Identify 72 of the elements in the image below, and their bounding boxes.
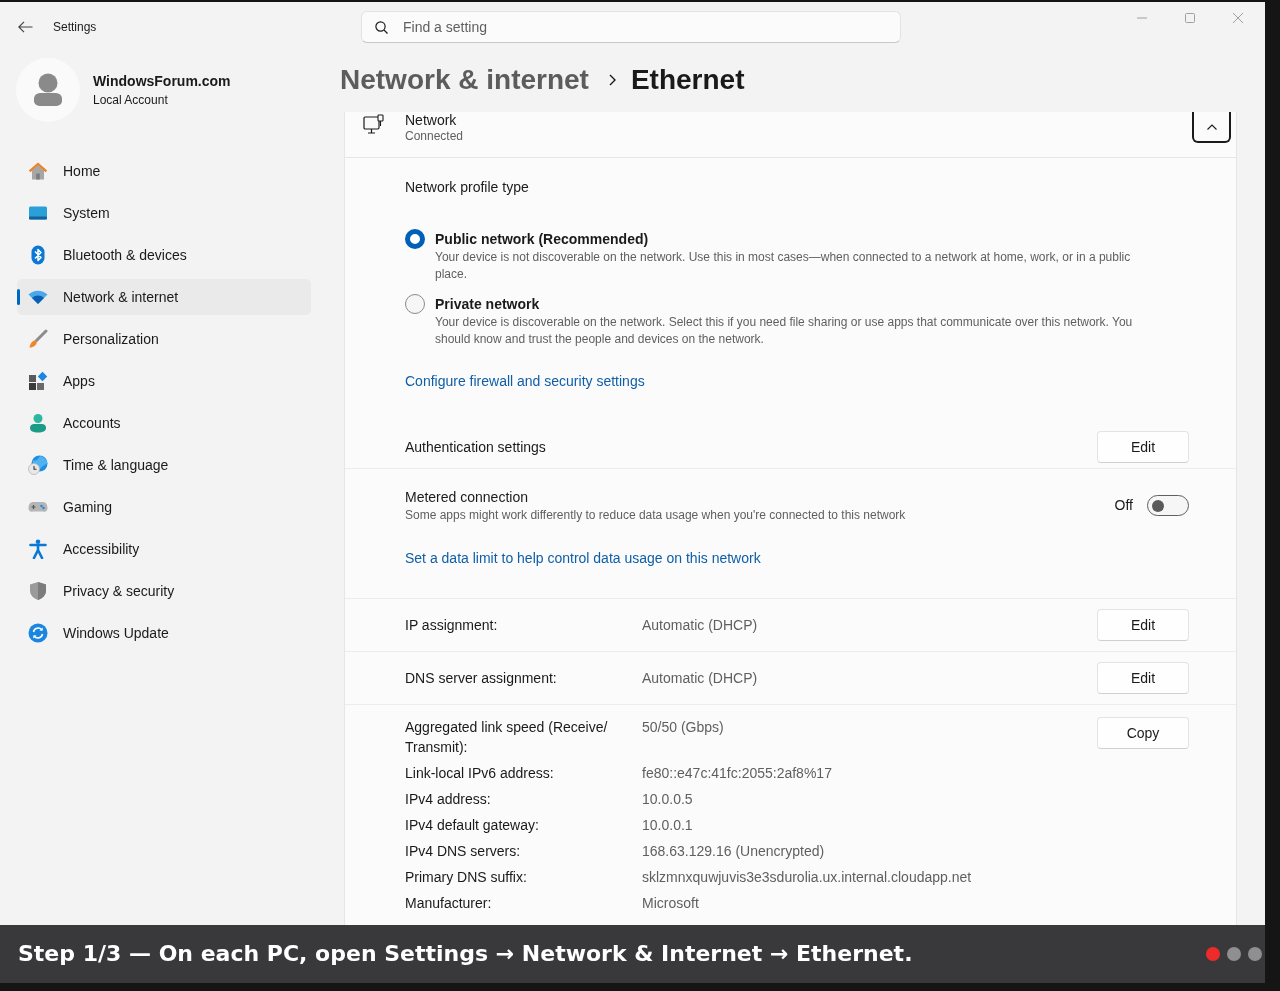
property-label: IPv4 default gateway: bbox=[405, 816, 540, 835]
property-label: IP assignment: bbox=[405, 615, 499, 635]
house-icon bbox=[28, 161, 48, 181]
account-type: Local Account bbox=[93, 91, 169, 109]
caption-text: Step 1/3 — On each PC, open Settings → Network & Internet → Ethernet. bbox=[18, 941, 913, 967]
radio-label[interactable]: Private network bbox=[435, 294, 1145, 314]
property-value: Automatic (DHCP) bbox=[642, 668, 758, 688]
setting-description: Some apps might work differently to reduce data usage when you're connected to this network bbox=[405, 507, 906, 523]
property-label: DNS server assignment: bbox=[405, 668, 558, 688]
avatar-icon bbox=[16, 58, 80, 122]
apps-grid-icon bbox=[28, 371, 48, 391]
radio-button[interactable] bbox=[405, 294, 425, 314]
chevron-right-icon bbox=[608, 74, 616, 86]
property-value: Automatic (DHCP) bbox=[642, 615, 758, 635]
person-icon bbox=[28, 413, 48, 433]
property-value: 50/50 (Gbps) bbox=[642, 718, 724, 737]
sidebar-item[interactable]: Accessibility bbox=[17, 531, 311, 567]
sidebar-item[interactable]: Network & internet bbox=[17, 279, 311, 315]
collapse-button[interactable] bbox=[1192, 112, 1231, 143]
option-description: Your device is discoverable on the network. Select this if you need file sharing or use apps that communicate over this network. You should know and trust the people and devices on the network. bbox=[435, 314, 1134, 348]
option-description: Your device is not discoverable on the network. Use this in most cases—when connected to a network at home, work, or in a public place. bbox=[435, 249, 1132, 283]
property-value: 168.63.129.16 (Unencrypted) bbox=[642, 842, 825, 861]
sidebar-item[interactable]: Windows Update bbox=[17, 615, 311, 651]
refresh-icon bbox=[28, 623, 48, 643]
window-title: Settings bbox=[53, 19, 97, 36]
property-value: 10.0.0.5 bbox=[642, 790, 693, 809]
sidebar-item[interactable]: Personalization bbox=[17, 321, 311, 357]
shield-icon bbox=[28, 581, 48, 601]
setting-label: Authentication settings bbox=[405, 437, 546, 457]
radio-label[interactable]: Public network (Recommended) bbox=[435, 229, 1145, 249]
sidebar-item[interactable]: Apps bbox=[17, 363, 311, 399]
section-heading: Network profile type bbox=[405, 178, 530, 197]
account-name: WindowsForum.com bbox=[93, 71, 231, 91]
radio-button[interactable] bbox=[405, 229, 425, 249]
copy-button[interactable]: Copy bbox=[1097, 717, 1189, 749]
edit-button[interactable]: Edit bbox=[1097, 662, 1189, 694]
property-label: IPv4 DNS servers: bbox=[405, 842, 522, 861]
breadcrumb-parent[interactable]: Network & internet bbox=[340, 62, 589, 98]
setting-label: Metered connection bbox=[405, 488, 529, 507]
network-status: Connected bbox=[405, 128, 464, 144]
toggle-switch[interactable] bbox=[1147, 495, 1189, 516]
sidebar-item[interactable]: Home bbox=[17, 153, 311, 189]
selection-marker-icon bbox=[17, 289, 20, 305]
property-label: Primary DNS suffix: bbox=[405, 868, 528, 887]
property-label: IPv4 address: bbox=[405, 790, 492, 809]
edit-button[interactable]: Edit bbox=[1097, 431, 1189, 463]
accessibility-figure-icon bbox=[28, 539, 48, 559]
toggle-state: Off bbox=[1114, 496, 1133, 515]
edit-button[interactable]: Edit bbox=[1097, 609, 1189, 641]
page-title: Ethernet bbox=[630, 63, 745, 97]
sidebar-item[interactable]: System bbox=[17, 195, 311, 231]
property-value: sklzmnxquwjuvis3e3sdurolia.ux.internal.cloudapp.net bbox=[642, 868, 972, 887]
property-label: Link-local IPv6 address: bbox=[405, 764, 555, 783]
sidebar-item[interactable]: Privacy & security bbox=[17, 573, 311, 609]
sidebar-item[interactable]: Accounts bbox=[17, 405, 311, 441]
property-value: 10.0.0.1 bbox=[642, 816, 693, 835]
paintbrush-icon bbox=[28, 329, 48, 349]
firewall-settings-link[interactable]: Configure firewall and security settings bbox=[405, 373, 645, 389]
property-value: Microsoft bbox=[642, 894, 699, 913]
sidebar-item[interactable]: Bluetooth & devices bbox=[17, 237, 311, 273]
property-label: Aggregated link speed (Receive/Transmit): bbox=[405, 718, 609, 757]
property-value: fe80::e47c:41fc:2055:2af8%17 bbox=[642, 764, 832, 783]
globe-clock-icon bbox=[28, 455, 48, 475]
property-label: Manufacturer: bbox=[405, 894, 493, 913]
back-arrow-icon[interactable] bbox=[18, 21, 33, 33]
chevron-up-icon bbox=[1206, 123, 1217, 130]
sidebar-item[interactable]: Gaming bbox=[17, 489, 311, 525]
data-limit-link[interactable]: Set a data limit to help control data usage on this network bbox=[405, 550, 761, 566]
network-name: Network bbox=[405, 112, 458, 128]
sidebar-item[interactable]: Time & language bbox=[17, 447, 311, 483]
search-icon bbox=[375, 21, 388, 34]
search-field[interactable]: Find a setting bbox=[361, 11, 901, 43]
